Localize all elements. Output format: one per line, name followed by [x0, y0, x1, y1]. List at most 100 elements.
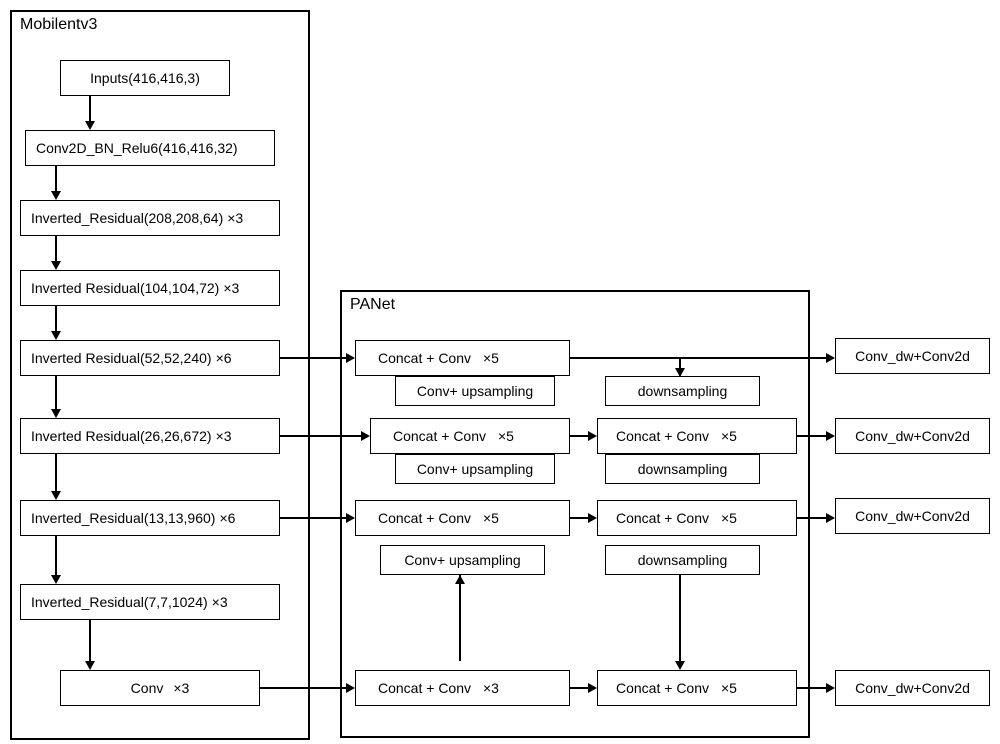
panet-up2: Conv+ upsampling: [395, 454, 555, 484]
arrow-head: [361, 431, 370, 441]
text: Inverted_Residual(7,7,1024): [31, 594, 208, 610]
text: downsampling: [638, 461, 728, 477]
panet-rcc3: Concat + Conv ×5: [597, 500, 797, 536]
arrow: [797, 435, 826, 437]
arrow-head: [455, 575, 465, 584]
panet-cc2: Concat + Conv ×5: [370, 418, 570, 454]
arrow-head: [588, 683, 597, 693]
panet-rcc2-x: ×5: [721, 428, 737, 444]
arrow-head: [51, 491, 61, 500]
panet-ds2: downsampling: [605, 454, 760, 484]
arrow-head: [51, 331, 61, 340]
arrow: [797, 517, 826, 519]
text: Conv+ upsampling: [404, 552, 520, 568]
text: Inverted Residual(52,52,240): [31, 350, 212, 366]
panet-rcc4: Concat + Conv ×5: [597, 670, 797, 706]
node-ir2-x: ×3: [223, 280, 239, 296]
arrow: [260, 687, 346, 689]
panet-cc3-x: ×5: [483, 510, 499, 526]
text: Inverted Residual(104,104,72): [31, 280, 219, 296]
node-ir5-x: ×6: [219, 510, 235, 526]
arrow-head: [51, 575, 61, 584]
arrow-head: [826, 353, 835, 363]
node-ir1-x: ×3: [227, 210, 243, 226]
arrow-head: [346, 513, 355, 523]
arrow: [280, 357, 346, 359]
arrow: [570, 687, 588, 689]
text: Concat + Conv: [393, 428, 486, 444]
panet-rcc2: Concat + Conv ×5: [597, 418, 797, 454]
arrow: [570, 435, 588, 437]
text: Concat + Conv: [616, 428, 709, 444]
arrow-head: [826, 513, 835, 523]
arrow: [55, 536, 57, 575]
text: Conv: [131, 680, 164, 696]
text: Inverted Residual(26,26,672): [31, 428, 212, 444]
text: downsampling: [638, 383, 728, 399]
text: Conv_dw+Conv2d: [855, 680, 970, 696]
text: Concat + Conv: [378, 350, 471, 366]
panet-rcc3-x: ×5: [721, 510, 737, 526]
arrow-head: [346, 683, 355, 693]
arrow: [89, 96, 91, 121]
node-conv: Conv ×3: [60, 670, 260, 706]
panet-cc4-x: ×3: [483, 680, 499, 696]
node-ir6-x: ×3: [212, 594, 228, 610]
panet-rcc4-x: ×5: [721, 680, 737, 696]
arrow: [679, 575, 681, 661]
node-ir2: Inverted Residual(104,104,72) ×3: [20, 270, 280, 306]
node-conv-x: ×3: [173, 680, 189, 696]
text: downsampling: [638, 552, 728, 568]
panet-up1: Conv+ upsampling: [395, 376, 555, 406]
diagram-canvas: Mobilentv3 PANet Inputs(416,416,3) Conv2…: [0, 0, 1000, 744]
panet-label: PANet: [350, 296, 395, 314]
text: Concat + Conv: [378, 510, 471, 526]
panet-cc4: Concat + Conv ×3: [355, 670, 570, 706]
node-ir6: Inverted_Residual(7,7,1024) ×3: [20, 584, 280, 620]
node-ir3: Inverted Residual(52,52,240) ×6: [20, 340, 280, 376]
arrow-head: [675, 661, 685, 670]
text: Inputs(416,416,3): [90, 70, 200, 86]
mobilenet-label: Mobilentv3: [20, 16, 97, 34]
panet-cc1-x: ×5: [483, 350, 499, 366]
output-1: Conv_dw+Conv2d: [835, 338, 990, 374]
arrow-head: [85, 121, 95, 130]
text: Concat + Conv: [378, 680, 471, 696]
arrow-head: [51, 191, 61, 200]
arrow-head: [588, 513, 597, 523]
node-ir3-x: ×6: [216, 350, 232, 366]
text: Concat + Conv: [616, 510, 709, 526]
text: Conv+ upsampling: [417, 383, 533, 399]
node-ir5: Inverted_Residual(13,13,960) ×6: [20, 500, 280, 536]
text: Conv2D_BN_Relu6(416,416,32): [36, 140, 238, 156]
node-ir4: Inverted Residual(26,26,672) ×3: [20, 418, 280, 454]
text: Inverted_Residual(13,13,960): [31, 510, 215, 526]
arrow-head: [51, 409, 61, 418]
arrow-head: [675, 368, 685, 377]
arrow: [280, 435, 361, 437]
arrow: [459, 575, 461, 661]
arrow: [280, 517, 346, 519]
output-3: Conv_dw+Conv2d: [835, 498, 990, 534]
text: Concat + Conv: [616, 680, 709, 696]
node-conv2d: Conv2D_BN_Relu6(416,416,32): [25, 130, 275, 166]
text: Conv+ upsampling: [417, 461, 533, 477]
arrow: [570, 517, 588, 519]
arrow-head: [346, 353, 355, 363]
arrow-head: [588, 431, 597, 441]
output-2: Conv_dw+Conv2d: [835, 418, 990, 454]
node-inputs: Inputs(416,416,3): [60, 60, 230, 96]
text: Conv_dw+Conv2d: [855, 508, 970, 524]
panet-cc2-x: ×5: [498, 428, 514, 444]
arrow: [89, 620, 91, 661]
text: Conv_dw+Conv2d: [855, 348, 970, 364]
panet-up3: Conv+ upsampling: [380, 545, 545, 575]
panet-ds1: downsampling: [605, 376, 760, 406]
arrow-head: [826, 431, 835, 441]
arrow: [797, 687, 826, 689]
node-ir1: Inverted_Residual(208,208,64) ×3: [20, 200, 280, 236]
arrow: [55, 236, 57, 261]
arrow: [55, 306, 57, 331]
panet-cc1: Concat + Conv ×5: [355, 340, 570, 376]
arrow-head: [51, 261, 61, 270]
